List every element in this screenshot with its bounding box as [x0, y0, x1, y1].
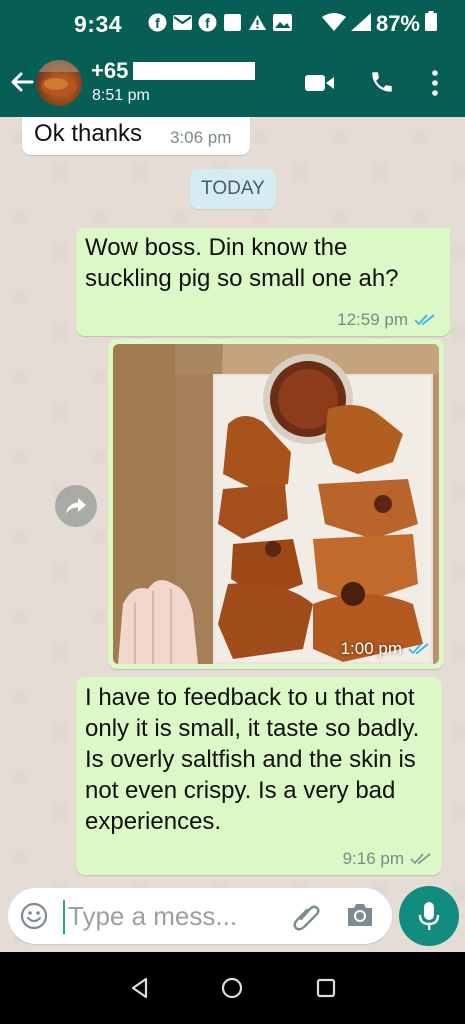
attach-icon[interactable] — [292, 901, 320, 931]
message-meta: 1:00 pm — [341, 639, 430, 659]
battery-icon — [425, 11, 437, 37]
delivered-ticks-icon — [410, 853, 431, 865]
message-outgoing[interactable]: I have to feedback to u that not only it… — [76, 677, 442, 875]
message-input[interactable] — [68, 896, 278, 936]
video-call-icon[interactable] — [305, 72, 335, 94]
message-timestamp: 9:16 pm — [342, 849, 404, 868]
read-ticks-icon — [414, 314, 435, 326]
battery-percent: 87% — [375, 11, 420, 36]
message-composer — [8, 888, 392, 944]
contact-name[interactable]: +65 — [91, 58, 128, 84]
message-timestamp: 1:00 pm — [340, 639, 402, 658]
nav-home-icon[interactable] — [220, 976, 244, 1000]
image-icon — [273, 13, 292, 32]
forward-icon — [66, 498, 86, 514]
chat-area[interactable]: Ok thanks 3:06 pm TODAY Wow boss. Din kn… — [0, 117, 465, 952]
message-time: 3:06 pm — [170, 128, 231, 148]
camera-icon[interactable] — [346, 902, 374, 928]
message-text: Ok thanks — [34, 120, 143, 147]
text-cursor — [63, 900, 65, 934]
last-seen: 8:51 pm — [92, 87, 150, 104]
redacted-number — [133, 62, 255, 80]
more-menu-icon[interactable] — [427, 68, 443, 98]
notification-icons: f f — [148, 13, 292, 32]
system-indicators: 87% — [321, 11, 437, 37]
message-timestamp: 3:06 pm — [170, 128, 232, 147]
warning-icon — [248, 13, 267, 32]
message-meta: 9:16 pm — [343, 849, 432, 869]
svg-text:f: f — [155, 15, 160, 31]
message-outgoing[interactable]: Wow boss. Din know the suckling pig so s… — [76, 228, 450, 336]
emoji-icon[interactable] — [20, 902, 48, 930]
date-divider: TODAY — [190, 169, 276, 209]
message-text: Wow boss. Din know the suckling pig so s… — [85, 234, 399, 292]
image-message[interactable]: 1:00 pm — [108, 339, 444, 669]
status-time: 9:34 — [74, 11, 123, 37]
nav-recents-icon[interactable] — [314, 976, 338, 1000]
message-incoming[interactable]: Ok thanks 3:06 pm — [22, 117, 250, 155]
nav-back-icon[interactable] — [128, 976, 152, 1000]
system-nav-bar — [0, 952, 465, 1024]
message-text: I have to feedback to u that not only it… — [85, 684, 420, 835]
signal-icon — [350, 11, 371, 37]
mic-icon — [418, 902, 440, 930]
food-photo[interactable] — [113, 344, 439, 664]
read-ticks-icon — [408, 643, 429, 655]
phone-icon[interactable] — [369, 69, 395, 95]
message-timestamp: 12:59 pm — [337, 310, 408, 329]
status-bar: 9:34 f f 87% — [0, 0, 465, 50]
back-icon[interactable] — [8, 68, 36, 96]
wifi-icon — [321, 11, 346, 37]
contact-avatar[interactable] — [36, 60, 82, 106]
facebook-icon: f — [198, 13, 217, 32]
chat-header: +65 8:51 pm — [0, 50, 465, 117]
mic-button[interactable] — [399, 886, 459, 946]
facebook-icon: f — [148, 13, 167, 32]
svg-text:f: f — [205, 15, 210, 31]
forward-button[interactable] — [55, 485, 97, 527]
square-notification-icon — [223, 13, 242, 32]
message-meta: 12:59 pm — [337, 310, 436, 330]
mail-icon — [173, 13, 192, 32]
